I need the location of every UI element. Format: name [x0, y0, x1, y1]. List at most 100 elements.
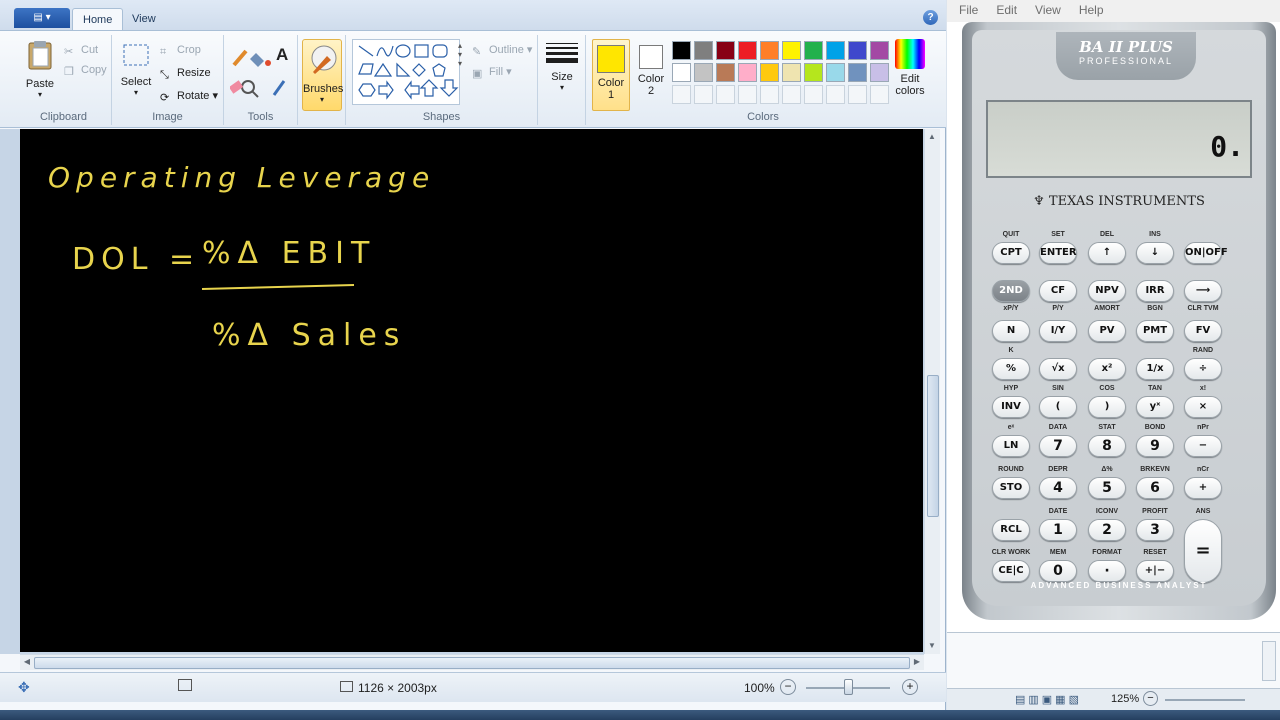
custom-color-slot[interactable] — [672, 85, 691, 104]
viewer-zoom-slider[interactable] — [1165, 699, 1245, 701]
custom-color-slot[interactable] — [694, 85, 713, 104]
doc-scrollbar[interactable] — [1262, 641, 1276, 681]
scroll-up-icon[interactable]: ▲ — [925, 130, 939, 144]
magnifier-icon[interactable] — [241, 80, 259, 98]
calc-key-ln[interactable]: LN — [992, 435, 1030, 457]
calc-key-recip[interactable]: 1/x — [1136, 358, 1174, 380]
calc-key-k0[interactable]: 0 — [1039, 560, 1077, 582]
calc-key-dot[interactable]: · — [1088, 560, 1126, 582]
calc-key-cf[interactable]: CF — [1039, 280, 1077, 302]
vertical-scrollbar[interactable]: ▲ ▼ — [924, 129, 940, 654]
custom-color-slot[interactable] — [738, 85, 757, 104]
palette-swatch[interactable] — [760, 63, 779, 82]
calc-key-down[interactable]: ↓ — [1136, 242, 1174, 264]
select-button[interactable]: Select ▾ — [120, 43, 152, 97]
tab-view[interactable]: View — [122, 8, 166, 30]
calc-key-k8[interactable]: 8 — [1088, 435, 1126, 457]
scroll-left-icon[interactable]: ◀ — [20, 655, 34, 669]
calc-key-k5[interactable]: 5 — [1088, 477, 1126, 499]
calc-key-minus[interactable]: − — [1184, 435, 1222, 457]
shapes-scroll[interactable]: ▴ ▾ ▾ — [458, 41, 462, 68]
zoom-out-button[interactable]: − — [780, 679, 796, 695]
calc-key-arrow[interactable]: ⟶ — [1184, 280, 1222, 302]
rotate-button[interactable]: ⟳ Rotate ▾ — [160, 87, 218, 105]
custom-color-slot[interactable] — [760, 85, 779, 104]
menu-edit[interactable]: Edit — [996, 3, 1017, 17]
zoom-slider-thumb[interactable] — [844, 679, 853, 695]
palette-swatch[interactable] — [738, 41, 757, 60]
menu-file[interactable]: File — [959, 3, 978, 17]
horizontal-scrollbar[interactable]: ◀ ▶ — [20, 654, 924, 670]
calc-key-onoff[interactable]: ON|OFF — [1184, 242, 1228, 264]
calc-key-pow[interactable]: yˣ — [1136, 396, 1174, 418]
color1-button[interactable]: Color 1 — [592, 39, 630, 111]
calc-key-plus[interactable]: + — [1184, 477, 1222, 499]
calc-key-pct[interactable]: % — [992, 358, 1030, 380]
menu-help[interactable]: Help — [1079, 3, 1104, 17]
calc-key-k7[interactable]: 7 — [1039, 435, 1077, 457]
palette-swatch[interactable] — [760, 41, 779, 60]
palette-swatch[interactable] — [738, 63, 757, 82]
color2-button[interactable]: Color 2 — [634, 39, 668, 97]
copy-button[interactable]: ❐ Copy — [64, 61, 107, 79]
palette-swatch[interactable] — [870, 41, 889, 60]
paste-button[interactable]: Paste ▾ — [22, 39, 58, 99]
edit-colors-button[interactable]: Edit colors — [892, 39, 928, 97]
palette-swatch[interactable] — [870, 63, 889, 82]
palette-swatch[interactable] — [826, 41, 845, 60]
custom-color-slot[interactable] — [716, 85, 735, 104]
zoom-in-button[interactable]: + — [902, 679, 918, 695]
size-button[interactable]: Size ▾ — [540, 41, 584, 92]
calc-key-k3[interactable]: 3 — [1136, 519, 1174, 541]
text-tool-icon[interactable]: A — [276, 45, 288, 65]
calc-key-rpar[interactable]: ) — [1088, 396, 1126, 418]
scroll-right-icon[interactable]: ▶ — [910, 655, 924, 669]
calc-key-sign[interactable]: +|− — [1136, 560, 1174, 582]
calc-key-n[interactable]: N — [992, 320, 1030, 342]
calc-key-k1[interactable]: 1 — [1039, 519, 1077, 541]
calc-key-pv[interactable]: PV — [1088, 320, 1126, 342]
calc-key-iy[interactable]: I/Y — [1039, 320, 1077, 342]
menu-view[interactable]: View — [1035, 3, 1061, 17]
calc-key-sq[interactable]: x² — [1088, 358, 1126, 380]
calc-key-cpt[interactable]: CPT — [992, 242, 1030, 264]
palette-swatch[interactable] — [782, 63, 801, 82]
cut-button[interactable]: ✂ Cut — [64, 41, 98, 59]
vertical-scroll-thumb[interactable] — [927, 375, 939, 517]
fill-button[interactable]: ▣ Fill ▾ — [472, 63, 512, 81]
calc-key-k2[interactable]: 2 — [1088, 519, 1126, 541]
custom-color-slot[interactable] — [870, 85, 889, 104]
calc-key-equals[interactable]: = — [1184, 519, 1222, 583]
calc-key-div[interactable]: ÷ — [1184, 358, 1222, 380]
calc-key-irr[interactable]: IRR — [1136, 280, 1174, 302]
palette-swatch[interactable] — [716, 63, 735, 82]
picker-icon[interactable] — [272, 80, 286, 96]
calc-key-lpar[interactable]: ( — [1039, 396, 1077, 418]
palette-swatch[interactable] — [848, 41, 867, 60]
palette-swatch[interactable] — [672, 41, 691, 60]
custom-color-slot[interactable] — [826, 85, 845, 104]
calc-key-mul[interactable]: × — [1184, 396, 1222, 418]
crop-button[interactable]: ⌗ Crop — [160, 41, 201, 59]
horizontal-scroll-thumb[interactable] — [34, 657, 910, 669]
palette-swatch[interactable] — [716, 41, 735, 60]
palette-swatch[interactable] — [694, 63, 713, 82]
pencil-icon[interactable] — [232, 49, 248, 67]
calc-key-up[interactable]: ↑ — [1088, 242, 1126, 264]
fill-icon[interactable] — [250, 53, 271, 67]
custom-color-slot[interactable] — [804, 85, 823, 104]
calc-key-k6[interactable]: 6 — [1136, 477, 1174, 499]
palette-swatch[interactable] — [804, 63, 823, 82]
palette-swatch[interactable] — [694, 41, 713, 60]
calc-key-cec[interactable]: CE|C — [992, 560, 1030, 582]
calc-key-enter[interactable]: ENTER — [1039, 242, 1077, 264]
calc-key-npv[interactable]: NPV — [1088, 280, 1126, 302]
calc-key-fv[interactable]: FV — [1184, 320, 1222, 342]
custom-color-slot[interactable] — [782, 85, 801, 104]
view-mode-icons[interactable]: ▤▥▣▦▧ — [1015, 693, 1082, 706]
eraser-icon[interactable] — [230, 80, 244, 94]
palette-swatch[interactable] — [672, 63, 691, 82]
custom-color-slot[interactable] — [848, 85, 867, 104]
scroll-down-icon[interactable]: ▼ — [925, 639, 939, 653]
calc-key-k9[interactable]: 9 — [1136, 435, 1174, 457]
